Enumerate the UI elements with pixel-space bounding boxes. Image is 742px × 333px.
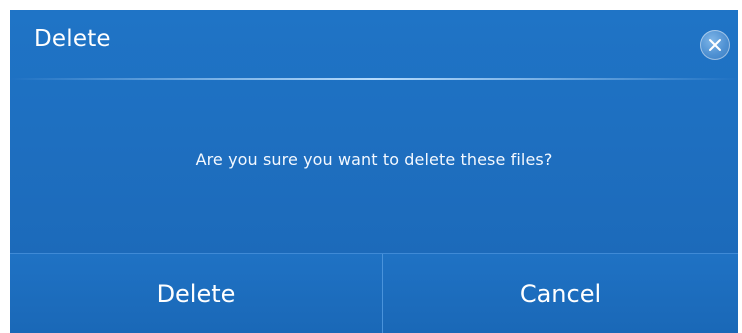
delete-dialog: Delete Are you sure you want to delete t… [10,10,738,333]
title-divider [10,78,738,80]
delete-button[interactable]: Delete [10,254,383,333]
button-row: Delete Cancel [10,253,738,333]
cancel-button[interactable]: Cancel [383,254,738,333]
cancel-button-label: Cancel [519,280,602,308]
confirmation-message: Are you sure you want to delete these fi… [195,150,553,169]
delete-button-label: Delete [156,280,236,308]
title-bar: Delete [10,10,738,80]
close-icon [709,39,721,51]
dialog-title: Delete [34,26,111,52]
close-button[interactable] [700,30,730,60]
